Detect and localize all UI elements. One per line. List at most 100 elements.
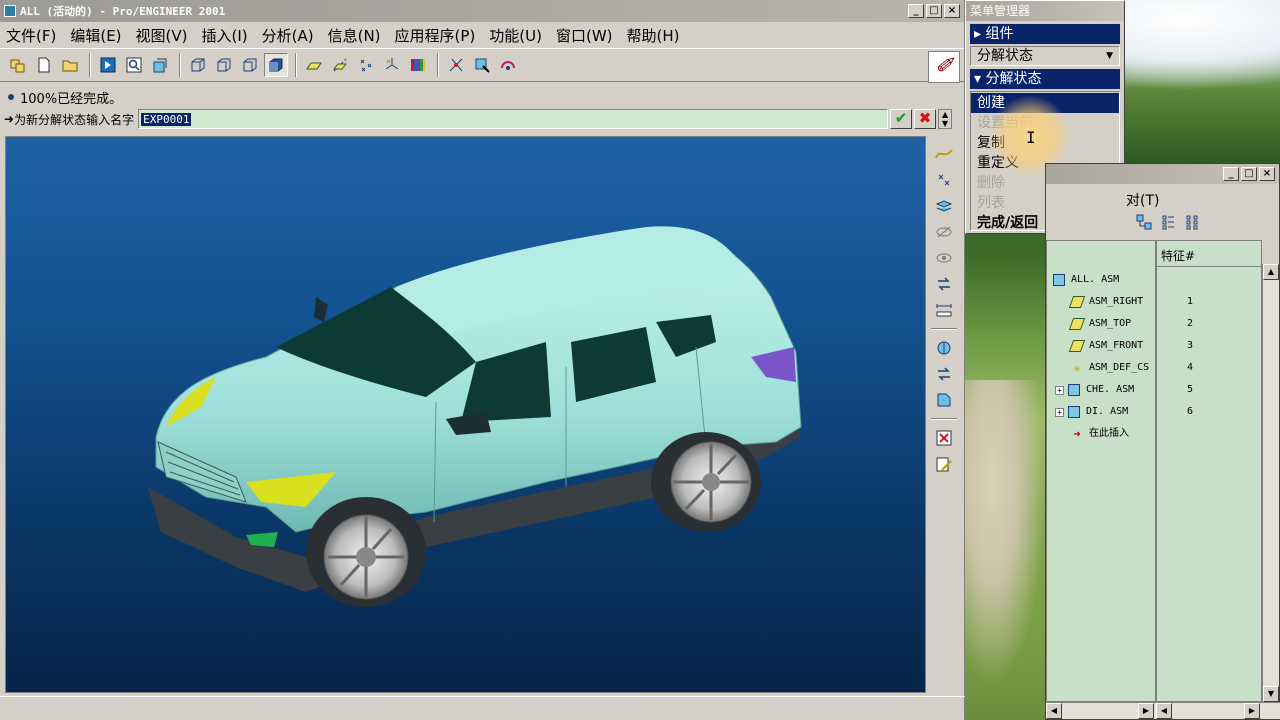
menu-item-copy[interactable]: 复制 [971,133,1119,153]
spin-center-icon[interactable] [496,53,520,77]
tree-row[interactable]: ALL. ASM [1053,269,1119,291]
unhide-icon[interactable] [930,246,958,270]
menu-insert[interactable]: 插入(I) [202,25,248,46]
tree-filter-icon[interactable] [1136,214,1152,234]
maximize-button[interactable]: □ [926,4,942,18]
tree-row[interactable]: ✳ ASM_DEF_CS [1071,357,1149,379]
menu-file[interactable]: 文件(F) [6,25,56,46]
datum-points-icon[interactable] [354,53,378,77]
tree-toolbar [1136,214,1200,234]
feature-number: 3 [1187,340,1194,351]
expand-icon[interactable]: + [1055,385,1064,395]
graphics-viewport[interactable] [5,136,926,693]
scroll-right-icon[interactable]: ▶ [1244,703,1260,719]
tree-row[interactable]: ASM_FRONT [1068,335,1143,357]
close-button[interactable]: × [944,4,960,18]
scroll-left-icon[interactable]: ◀ [1156,703,1172,719]
tree-row-label: ALL. ASM [1071,274,1120,285]
datum-plane-icon [1068,318,1086,330]
message-scroll[interactable]: ▲ ▼ [938,109,953,129]
column-header[interactable]: 特征# [1157,241,1261,267]
menu-window[interactable]: 窗口(W) [556,25,613,46]
tree-row[interactable]: ASM_TOP [1068,313,1131,335]
select-tool-icon[interactable] [470,53,494,77]
expand-icon[interactable]: + [1055,407,1064,417]
tree-row-label: ASM_RIGHT [1089,296,1144,307]
datum-planes-icon[interactable] [302,53,326,77]
accept-button[interactable]: ✔ [890,109,913,129]
wireframe-icon[interactable] [186,53,210,77]
tree-minimize-button[interactable]: _ [1223,167,1239,181]
datum-plane-icon [1068,296,1086,308]
shading-icon[interactable] [264,53,288,77]
zoom-window-icon[interactable] [122,53,146,77]
tree-close-button[interactable]: × [1259,167,1275,181]
menu-header-explode-state[interactable]: ▾ 分解状态 [970,69,1120,89]
tree-settings-icon[interactable] [1160,214,1176,234]
signature-icon[interactable]: ✐ [928,51,960,83]
menu-header-assembly[interactable]: ▸ 组件 [970,24,1120,44]
coord-sys-icon[interactable] [380,53,404,77]
toolbar-separator [931,418,957,420]
menu-utilities[interactable]: 功能(U) [489,25,542,46]
tree-pane[interactable]: ALL. ASM ASM_RIGHT ASM_TOP ASM_FRONT ✳ A… [1046,240,1156,702]
tree-menu[interactable]: 对(T) [1126,190,1159,210]
menu-header-assembly-label: 组件 [985,26,1014,42]
scroll-right-icon[interactable]: ▶ [1138,703,1154,719]
tree-vertical-scrollbar[interactable]: ▲ ▼ [1262,264,1279,702]
menu-item-create[interactable]: 创建 [971,93,1119,113]
tree-row[interactable]: ➜ 在此插入 [1071,423,1129,445]
delete-window-icon[interactable] [930,426,958,450]
minimize-button[interactable]: _ [908,4,924,18]
hide-icon[interactable] [930,220,958,244]
open-file-icon[interactable] [58,53,82,77]
create-component-icon[interactable] [930,388,958,412]
menu-view[interactable]: 视图(V) [136,25,188,46]
component-placement-icon[interactable] [930,336,958,360]
tree-maximize-button[interactable]: □ [1241,167,1257,181]
scroll-up-icon[interactable]: ▲ [1263,264,1279,280]
repaint-icon[interactable] [96,53,120,77]
new-file-icon[interactable] [32,53,56,77]
menu-info[interactable]: 信息(N) [328,25,381,46]
tree-horizontal-scrollbar[interactable]: ◀ ▶ ◀ ▶ [1046,702,1280,719]
layer-icon[interactable] [930,194,958,218]
measure-icon[interactable] [930,298,958,322]
toolbar-separator [437,53,439,77]
edit-note-icon[interactable] [930,452,958,476]
datum-curve-icon[interactable] [930,142,958,166]
explode-state-dropdown[interactable]: 分解状态 ▼ [970,46,1120,66]
name-input-field[interactable]: EXP0001 [138,109,889,129]
sketch-tool-icon[interactable] [444,53,468,77]
menu-analysis[interactable]: 分析(A) [262,25,314,46]
scroll-left-icon[interactable]: ◀ [1046,703,1062,719]
reorient-icon[interactable] [930,272,958,296]
hidden-line-icon[interactable] [212,53,236,77]
menu-edit[interactable]: 编辑(E) [70,25,121,46]
message-line: 100%已经完成。 [4,88,960,107]
no-hidden-icon[interactable] [238,53,262,77]
model-tree-controls: _ □ × [1223,167,1275,181]
datum-point-icon[interactable] [930,168,958,192]
explode-state-dropdown-label: 分解状态 [977,48,1033,64]
app-icon [4,5,16,17]
text-cursor-icon: I [1026,128,1036,147]
named-view-icon[interactable] [148,53,172,77]
datum-axes-icon[interactable] [328,53,352,77]
tree-row[interactable]: + DI. ASM [1055,401,1128,423]
model-tree-window: _ □ × 对(T) ALL. ASM ASM_RIGHT ASM_TOP AS [1045,163,1280,720]
color-palette-icon[interactable] [406,53,430,77]
menu-applications[interactable]: 应用程序(P) [395,25,476,46]
assembly-icon [1068,406,1080,418]
bullet-icon [8,94,14,100]
assemble-icon[interactable] [930,362,958,386]
toolbar-separator [931,328,957,330]
tree-columns-icon[interactable] [1184,214,1200,234]
tree-row[interactable]: ASM_RIGHT [1068,291,1144,313]
scroll-down-icon[interactable]: ▼ [1263,686,1279,702]
tree-row-label: DI. ASM [1086,406,1129,417]
menu-help[interactable]: 帮助(H) [627,25,680,46]
tree-row[interactable]: + CHE. ASM [1055,379,1134,401]
open-folder-icon[interactable] [6,53,30,77]
cancel-button[interactable]: ✖ [914,109,937,129]
